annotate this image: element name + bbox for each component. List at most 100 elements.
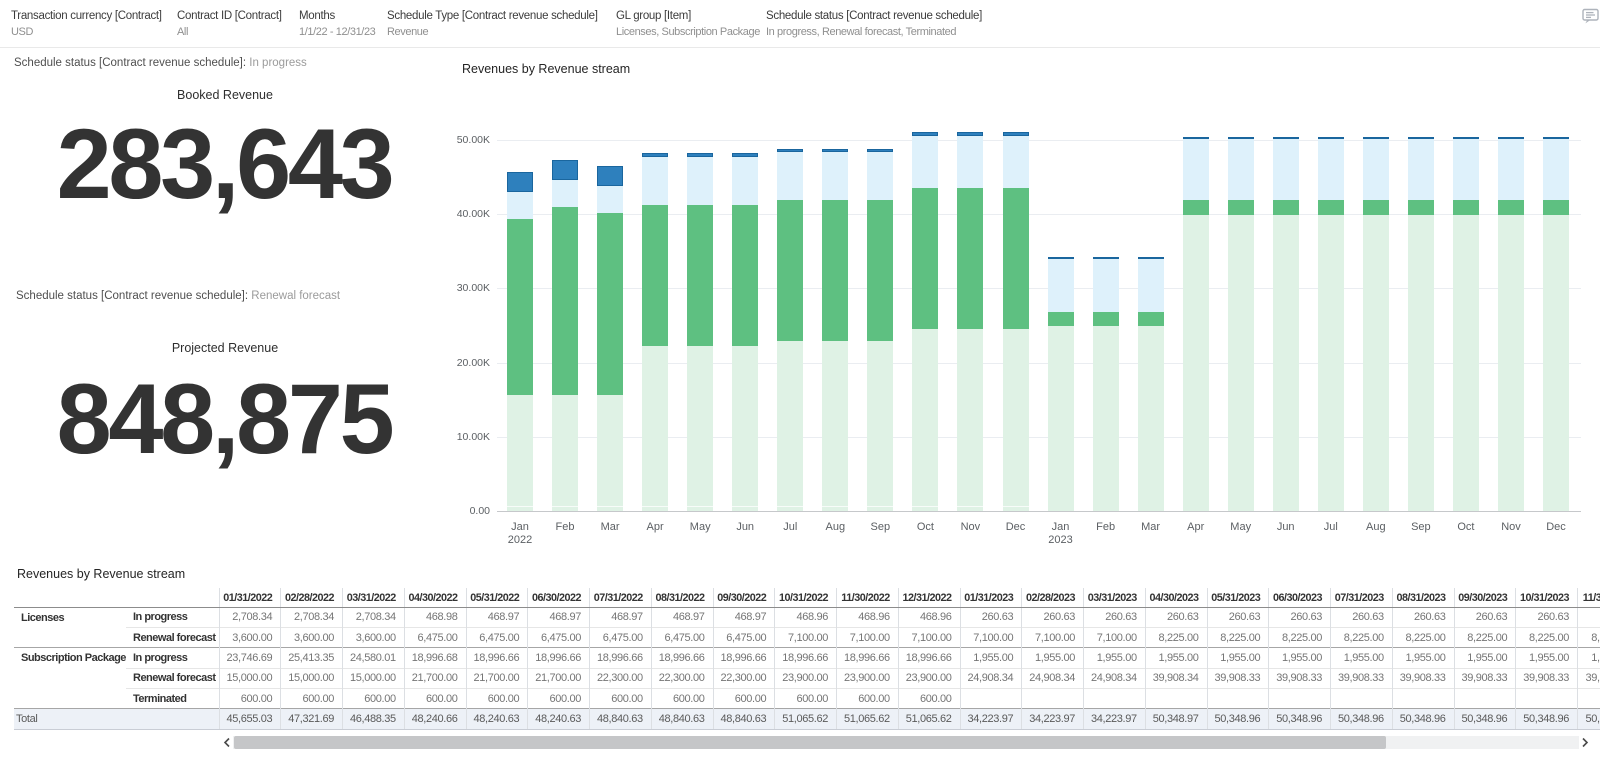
bar-segment[interactable] [1498, 214, 1524, 511]
bar-segment[interactable] [1182, 139, 1209, 201]
bar-segment[interactable] [822, 152, 849, 201]
bar-segment[interactable] [597, 166, 624, 187]
bar-segment[interactable] [777, 341, 804, 507]
bar-month[interactable] [1092, 140, 1119, 511]
bar-segment[interactable] [507, 219, 533, 396]
bar-segment[interactable] [1002, 135, 1029, 189]
bar-segment[interactable] [1362, 200, 1389, 215]
bar-segment[interactable] [552, 206, 578, 396]
bar-month[interactable] [777, 140, 804, 511]
bar-segment[interactable] [1407, 200, 1434, 215]
bar-month[interactable] [1317, 137, 1344, 511]
bar-month[interactable] [1498, 137, 1524, 511]
bar-month[interactable] [732, 140, 759, 511]
bar-segment[interactable] [1047, 258, 1074, 312]
bar-segment[interactable] [957, 329, 984, 507]
bar-segment[interactable] [507, 172, 533, 193]
bar-segment[interactable] [642, 153, 669, 157]
bar-segment[interactable] [687, 506, 714, 511]
bar-segment[interactable] [867, 506, 894, 511]
bar-segment[interactable] [552, 159, 578, 180]
bar-month[interactable] [552, 140, 578, 511]
bar-segment[interactable] [687, 204, 714, 346]
bar-month[interactable] [1227, 137, 1254, 511]
bar-segment[interactable] [912, 329, 939, 507]
bar-segment[interactable] [1407, 137, 1434, 140]
bar-segment[interactable] [1047, 311, 1074, 327]
bar-segment[interactable] [777, 148, 804, 153]
bar-segment[interactable] [597, 186, 624, 213]
bar-segment[interactable] [642, 345, 669, 507]
bar-segment[interactable] [642, 506, 669, 511]
bar-segment[interactable] [912, 188, 939, 330]
bar-segment[interactable] [822, 341, 849, 507]
filter-months[interactable]: Months 1/1/22 - 12/31/23 [299, 9, 376, 39]
bar-segment[interactable] [1452, 214, 1479, 511]
bar-segment[interactable] [732, 156, 759, 205]
filter-schedule-type[interactable]: Schedule Type [Contract revenue schedule… [387, 9, 598, 39]
bar-segment[interactable] [912, 506, 939, 511]
bar-segment[interactable] [1227, 200, 1254, 215]
bar-segment[interactable] [1002, 329, 1029, 507]
bar-segment[interactable] [867, 200, 894, 342]
bar-segment[interactable] [1543, 139, 1569, 201]
bar-month[interactable] [597, 140, 624, 511]
bar-segment[interactable] [1092, 311, 1119, 327]
bar-segment[interactable] [1362, 139, 1389, 201]
bar-segment[interactable] [957, 132, 984, 136]
bar-month[interactable] [687, 140, 714, 511]
bar-segment[interactable] [1092, 326, 1119, 511]
bar-segment[interactable] [1498, 200, 1524, 215]
filter-schedule-status[interactable]: Schedule status [Contract revenue schedu… [766, 9, 982, 39]
bar-month[interactable] [1272, 137, 1299, 511]
bar-segment[interactable] [1452, 200, 1479, 215]
bar-segment[interactable] [507, 395, 533, 507]
bar-segment[interactable] [1272, 214, 1299, 511]
bar-segment[interactable] [912, 132, 939, 136]
bar-segment[interactable] [777, 506, 804, 511]
bar-segment[interactable] [1137, 257, 1164, 260]
bar-month[interactable] [1407, 137, 1434, 511]
bar-segment[interactable] [552, 179, 578, 207]
bar-segment[interactable] [1047, 257, 1074, 260]
bar-segment[interactable] [642, 156, 669, 205]
bar-segment[interactable] [597, 395, 624, 507]
bar-month[interactable] [822, 140, 849, 511]
bar-month[interactable] [507, 140, 533, 511]
bar-segment[interactable] [1317, 137, 1344, 140]
bar-segment[interactable] [1498, 137, 1524, 140]
table-horizontal-scrollbar[interactable] [220, 735, 1592, 750]
bar-month[interactable] [957, 132, 984, 511]
bar-segment[interactable] [1137, 311, 1164, 327]
bar-segment[interactable] [732, 153, 759, 157]
bar-segment[interactable] [642, 204, 669, 346]
bar-month[interactable] [1452, 137, 1479, 511]
bar-segment[interactable] [507, 192, 533, 220]
bar-segment[interactable] [1002, 188, 1029, 330]
bar-segment[interactable] [732, 204, 759, 346]
bar-segment[interactable] [1272, 139, 1299, 201]
bar-segment[interactable] [552, 395, 578, 507]
bar-segment[interactable] [687, 156, 714, 205]
bar-segment[interactable] [1362, 214, 1389, 511]
bar-month[interactable] [1137, 140, 1164, 511]
bar-segment[interactable] [867, 152, 894, 201]
bar-month[interactable] [867, 140, 894, 511]
bar-segment[interactable] [1498, 139, 1524, 201]
bar-segment[interactable] [1002, 132, 1029, 136]
bar-segment[interactable] [1227, 214, 1254, 511]
bar-segment[interactable] [687, 345, 714, 507]
bar-segment[interactable] [1272, 137, 1299, 140]
bar-month[interactable] [1182, 137, 1209, 511]
bar-segment[interactable] [732, 506, 759, 511]
bar-segment[interactable] [912, 135, 939, 189]
bar-month[interactable] [1543, 137, 1569, 511]
bar-segment[interactable] [1227, 137, 1254, 140]
bar-segment[interactable] [777, 152, 804, 201]
bar-segment[interactable] [957, 188, 984, 330]
bar-segment[interactable] [1182, 200, 1209, 215]
bar-segment[interactable] [1047, 326, 1074, 511]
bar-segment[interactable] [822, 506, 849, 511]
filter-transaction-currency[interactable]: Transaction currency [Contract] USD [11, 9, 162, 39]
bar-segment[interactable] [1317, 214, 1344, 511]
